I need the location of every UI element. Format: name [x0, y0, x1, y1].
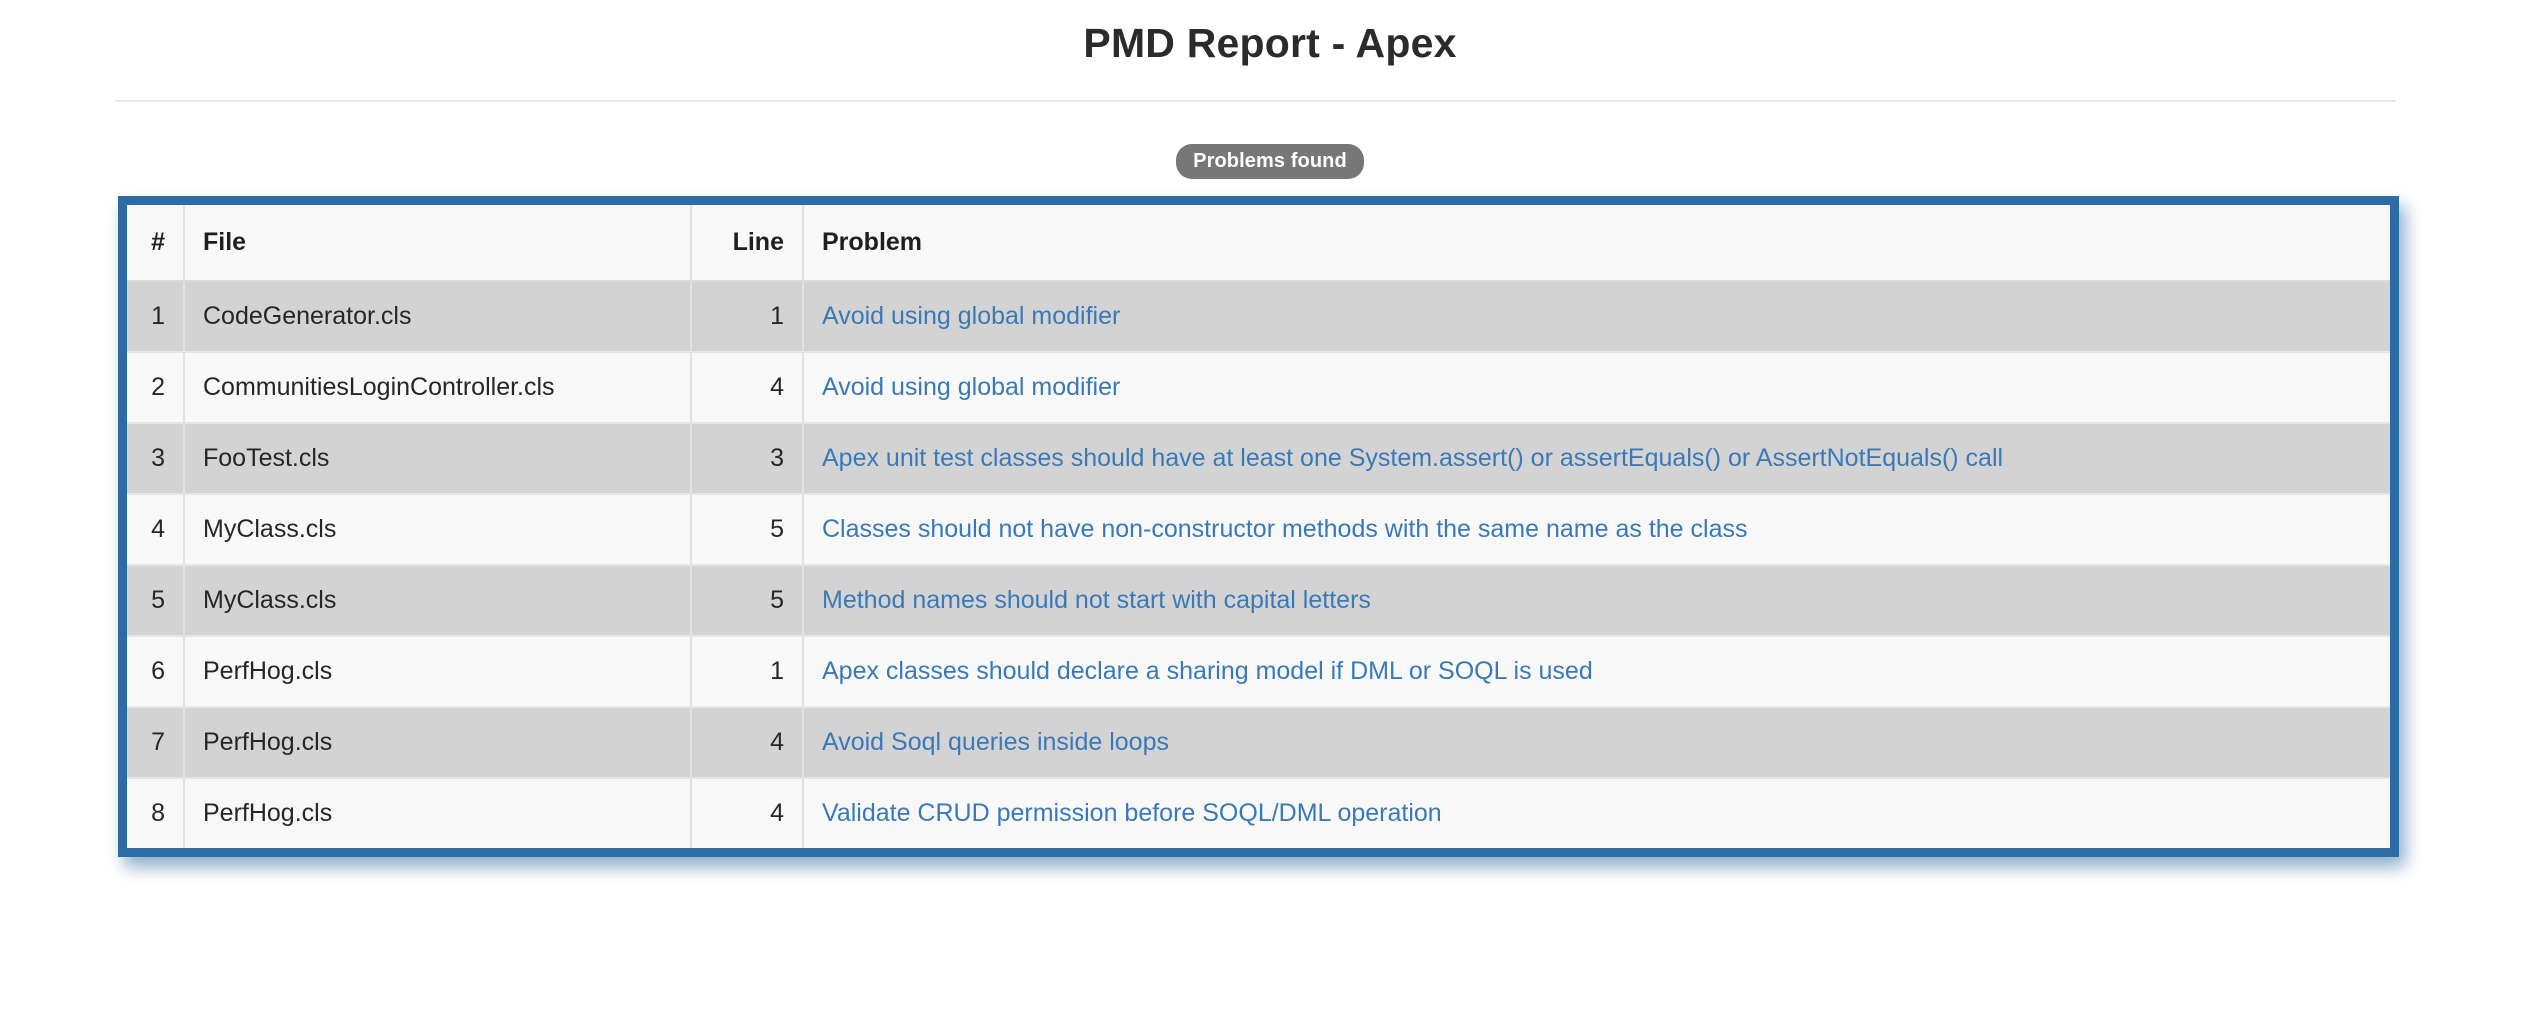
cell-index: 7 [127, 706, 185, 778]
cell-line: 5 [691, 493, 804, 565]
cell-problem: Method names should not start with capit… [803, 564, 2390, 636]
problem-link[interactable]: Avoid using global modifier [822, 302, 1120, 330]
column-header-problem: Problem [803, 205, 2390, 282]
table-header-row: # File Line Problem [127, 205, 2390, 282]
column-header-file: File [184, 205, 692, 282]
problems-table: # File Line Problem 1 CodeGenerator.cls 1 A… [127, 205, 2390, 848]
table-row: 6 PerfHog.cls 1 Apex classes should declare… [127, 635, 2390, 707]
problem-link[interactable]: Apex classes should declare a sharing mo… [822, 657, 1593, 685]
cell-problem: Avoid Soql queries inside loops [803, 706, 2390, 778]
table-row: 1 CodeGenerator.cls 1 Avoid using global mo… [127, 281, 2390, 352]
cell-problem: Validate CRUD permission before SOQL/DML… [803, 777, 2390, 848]
cell-line: 4 [691, 351, 804, 423]
cell-line: 4 [691, 777, 804, 848]
cell-index: 6 [127, 635, 185, 707]
cell-problem: Apex classes should declare a sharing mo… [803, 635, 2390, 707]
cell-line: 1 [691, 635, 804, 707]
cell-problem: Avoid using global modifier [803, 281, 2390, 352]
status-badge-row: Problems found [0, 144, 2540, 179]
problem-link[interactable]: Avoid using global modifier [822, 373, 1120, 401]
problems-panel: # File Line Problem 1 CodeGenerator.cls 1 A… [118, 196, 2399, 857]
cell-file: PerfHog.cls [184, 706, 692, 778]
cell-index: 4 [127, 493, 185, 565]
cell-line: 1 [691, 281, 804, 352]
problem-link[interactable]: Avoid Soql queries inside loops [822, 728, 1169, 756]
status-badge: Problems found [1176, 144, 1364, 179]
cell-index: 1 [127, 281, 185, 352]
cell-file: FooTest.cls [184, 422, 692, 494]
table-body: 1 CodeGenerator.cls 1 Avoid using global mo… [127, 281, 2390, 848]
cell-file: MyClass.cls [184, 564, 692, 636]
cell-file: CodeGenerator.cls [184, 281, 692, 352]
column-header-line: Line [691, 205, 804, 282]
problem-link[interactable]: Validate CRUD permission before SOQL/DML… [822, 799, 1442, 827]
cell-index: 2 [127, 351, 185, 423]
cell-index: 3 [127, 422, 185, 494]
cell-file: PerfHog.cls [184, 635, 692, 707]
table-row: 8 PerfHog.cls 4 Validate CRUD permission be… [127, 777, 2390, 848]
cell-file: CommunitiesLoginController.cls [184, 351, 692, 423]
problem-link[interactable]: Apex unit test classes should have at le… [822, 444, 2003, 472]
cell-index: 8 [127, 777, 185, 848]
cell-file: PerfHog.cls [184, 777, 692, 848]
table-row: 3 FooTest.cls 3 Apex unit test classes shou… [127, 422, 2390, 494]
cell-index: 5 [127, 564, 185, 636]
page-title: PMD Report - Apex [1083, 20, 1457, 66]
column-header-index: # [127, 205, 185, 282]
problem-link[interactable]: Classes should not have non-constructor … [822, 515, 1747, 543]
cell-problem: Apex unit test classes should have at le… [803, 422, 2390, 494]
table-row: 7 PerfHog.cls 4 Avoid Soql queries inside l… [127, 706, 2390, 778]
cell-problem: Avoid using global modifier [803, 351, 2390, 423]
table-header: # File Line Problem [127, 205, 2390, 282]
table-row: 2 CommunitiesLoginController.cls 4 Avoid us… [127, 351, 2390, 423]
cell-line: 5 [691, 564, 804, 636]
cell-line: 3 [691, 422, 804, 494]
pmd-report-page: PMD Report - Apex Problems found # File … [0, 0, 2540, 1034]
table-row: 4 MyClass.cls 5 Classes should not have non… [127, 493, 2390, 565]
title-divider [115, 100, 2396, 102]
problem-link[interactable]: Method names should not start with capit… [822, 586, 1371, 614]
cell-problem: Classes should not have non-constructor … [803, 493, 2390, 565]
cell-file: MyClass.cls [184, 493, 692, 565]
table-row: 5 MyClass.cls 5 Method names should not sta… [127, 564, 2390, 636]
cell-line: 4 [691, 706, 804, 778]
